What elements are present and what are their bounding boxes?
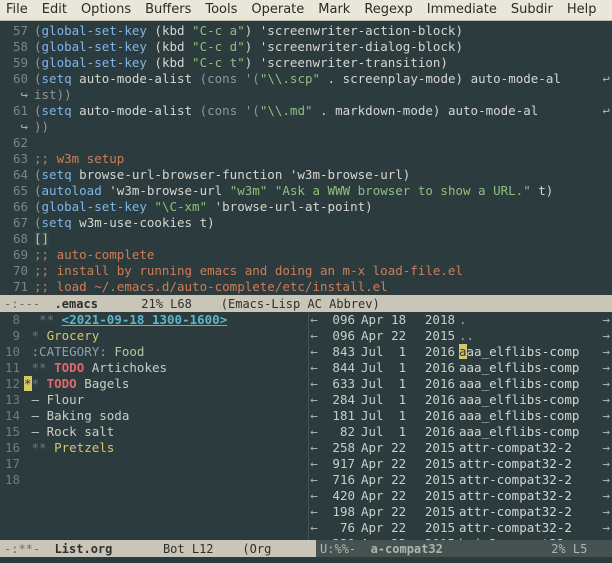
buffer-name: a-compat32: [371, 541, 443, 557]
buffer-name: List.org: [55, 541, 113, 557]
menu-bar: File Edit Options Buffers Tools Operate Mark Re…: [0, 0, 612, 21]
dired-row[interactable]: ←844Jul 12016aaa_elflibs-comp→: [309, 360, 612, 376]
code-line: 60(setq auto-mode-alist (cons '("\\.scp"…: [0, 71, 612, 87]
menu-tools[interactable]: Tools: [205, 2, 237, 18]
org-line: 8 ** <2021-09-18 1300-1600>: [0, 312, 308, 328]
code-line: 70;; install by running emacs and doing …: [0, 263, 612, 279]
code-line: 63;; w3m setup: [0, 151, 612, 167]
org-line: 10 :CATEGORY: Food: [0, 344, 308, 360]
menu-regexp[interactable]: Regexp: [364, 2, 412, 18]
modeline-state: -:**-: [4, 541, 55, 557]
code-line: 64(setq browse-url-browser-function 'w3m…: [0, 167, 612, 183]
code-line: 71;; load ~/.emacs.d/auto-complete/etc/i…: [0, 279, 612, 295]
dired-row[interactable]: ←239Apr 222015bzip2-compat32-→: [309, 536, 612, 540]
dired-window[interactable]: ←096Apr 182018.→←096Apr 222015..→←843Jul…: [309, 312, 612, 540]
code-line: ↪)): [0, 119, 612, 135]
dired-row[interactable]: ← 82Jul 12016aaa_elflibs-comp→: [309, 424, 612, 440]
code-line: 65(autoload 'w3m-browse-url "w3m" "Ask a…: [0, 183, 612, 199]
org-line: 14 – Baking soda: [0, 408, 308, 424]
org-window[interactable]: 8 ** <2021-09-18 1300-1600>9 * Grocery10…: [0, 312, 309, 540]
code-line: 57(global-set-key (kbd "C-c a") 'screenw…: [0, 23, 612, 39]
menu-immediate[interactable]: Immediate: [427, 2, 497, 18]
org-line: 18: [0, 472, 308, 488]
org-line: 12** TODO Bagels: [0, 376, 308, 392]
modeline-position: 21% L68: [98, 296, 221, 312]
modeline-state: U:%%-: [320, 541, 371, 557]
code-line: 68[]: [0, 231, 612, 247]
menu-mark[interactable]: Mark: [318, 2, 350, 18]
org-line: 16 ** Pretzels: [0, 440, 308, 456]
org-line: 9 * Grocery: [0, 328, 308, 344]
menu-subdir[interactable]: Subdir: [511, 2, 553, 18]
menu-operate[interactable]: Operate: [251, 2, 304, 18]
modeline-top[interactable]: -:--- .emacs 21% L68 (Emacs-Lisp AC Abbr…: [0, 295, 612, 312]
echo-area: [0, 557, 612, 563]
code-line: ↪ist)): [0, 87, 612, 103]
menu-edit[interactable]: Edit: [42, 2, 67, 18]
dired-row[interactable]: ←096Apr 182018.→: [309, 312, 612, 328]
buffer-name: .emacs: [55, 296, 98, 312]
org-line: 15 – Rock salt: [0, 424, 308, 440]
modeline-position: Bot L12: [112, 541, 242, 557]
menu-help[interactable]: Help: [567, 2, 597, 18]
emacs-lisp-window[interactable]: 57(global-set-key (kbd "C-c a") 'screenw…: [0, 21, 612, 295]
code-line: 61(setq auto-mode-alist (cons '("\\.md" …: [0, 103, 612, 119]
modeline-modes: (Emacs-Lisp AC Abbrev): [221, 296, 380, 312]
dired-row[interactable]: ←420Apr 222015attr-compat32-2→: [309, 488, 612, 504]
menu-file[interactable]: File: [6, 2, 28, 18]
modeline-modes: (Org: [242, 541, 271, 557]
modeline-state: -:---: [4, 296, 55, 312]
modeline-left[interactable]: -:**- List.org Bot L12 (Org: [0, 540, 316, 557]
dired-row[interactable]: ←284Jul 12016aaa_elflibs-comp→: [309, 392, 612, 408]
dired-row[interactable]: ←198Apr 222015attr-compat32-2→: [309, 504, 612, 520]
org-line: 17: [0, 456, 308, 472]
menu-options[interactable]: Options: [81, 2, 131, 18]
code-line: 67(setq w3m-use-cookies t): [0, 215, 612, 231]
modeline-right[interactable]: U:%%- a-compat32 2% L5: [316, 540, 612, 557]
dired-row[interactable]: ←258Apr 222015attr-compat32-2→: [309, 440, 612, 456]
dired-row[interactable]: ←843Jul 12016aaa_elflibs-comp→: [309, 344, 612, 360]
code-line: 69;; auto-complete: [0, 247, 612, 263]
dired-row[interactable]: ←917Apr 222015attr-compat32-2→: [309, 456, 612, 472]
org-line: 11 ** TODO Artichokes: [0, 360, 308, 376]
code-line: 58(global-set-key (kbd "C-c d") 'screenw…: [0, 39, 612, 55]
dired-row[interactable]: ← 76Apr 222015attr-compat32-2→: [309, 520, 612, 536]
menu-buffers[interactable]: Buffers: [145, 2, 191, 18]
dired-row[interactable]: ←716Apr 222015attr-compat32-2→: [309, 472, 612, 488]
code-line: 59(global-set-key (kbd "C-c t") 'screenw…: [0, 55, 612, 71]
dired-row[interactable]: ←181Jul 12016aaa_elflibs-comp→: [309, 408, 612, 424]
modeline-position: 2% L5: [443, 541, 588, 557]
dired-row[interactable]: ←633Jul 12016aaa_elflibs-comp→: [309, 376, 612, 392]
code-line: 62: [0, 135, 612, 151]
org-line: 13 – Flour: [0, 392, 308, 408]
dired-row[interactable]: ←096Apr 222015..→: [309, 328, 612, 344]
code-line: 66(global-set-key "\C-xm" 'browse-url-at…: [0, 199, 612, 215]
